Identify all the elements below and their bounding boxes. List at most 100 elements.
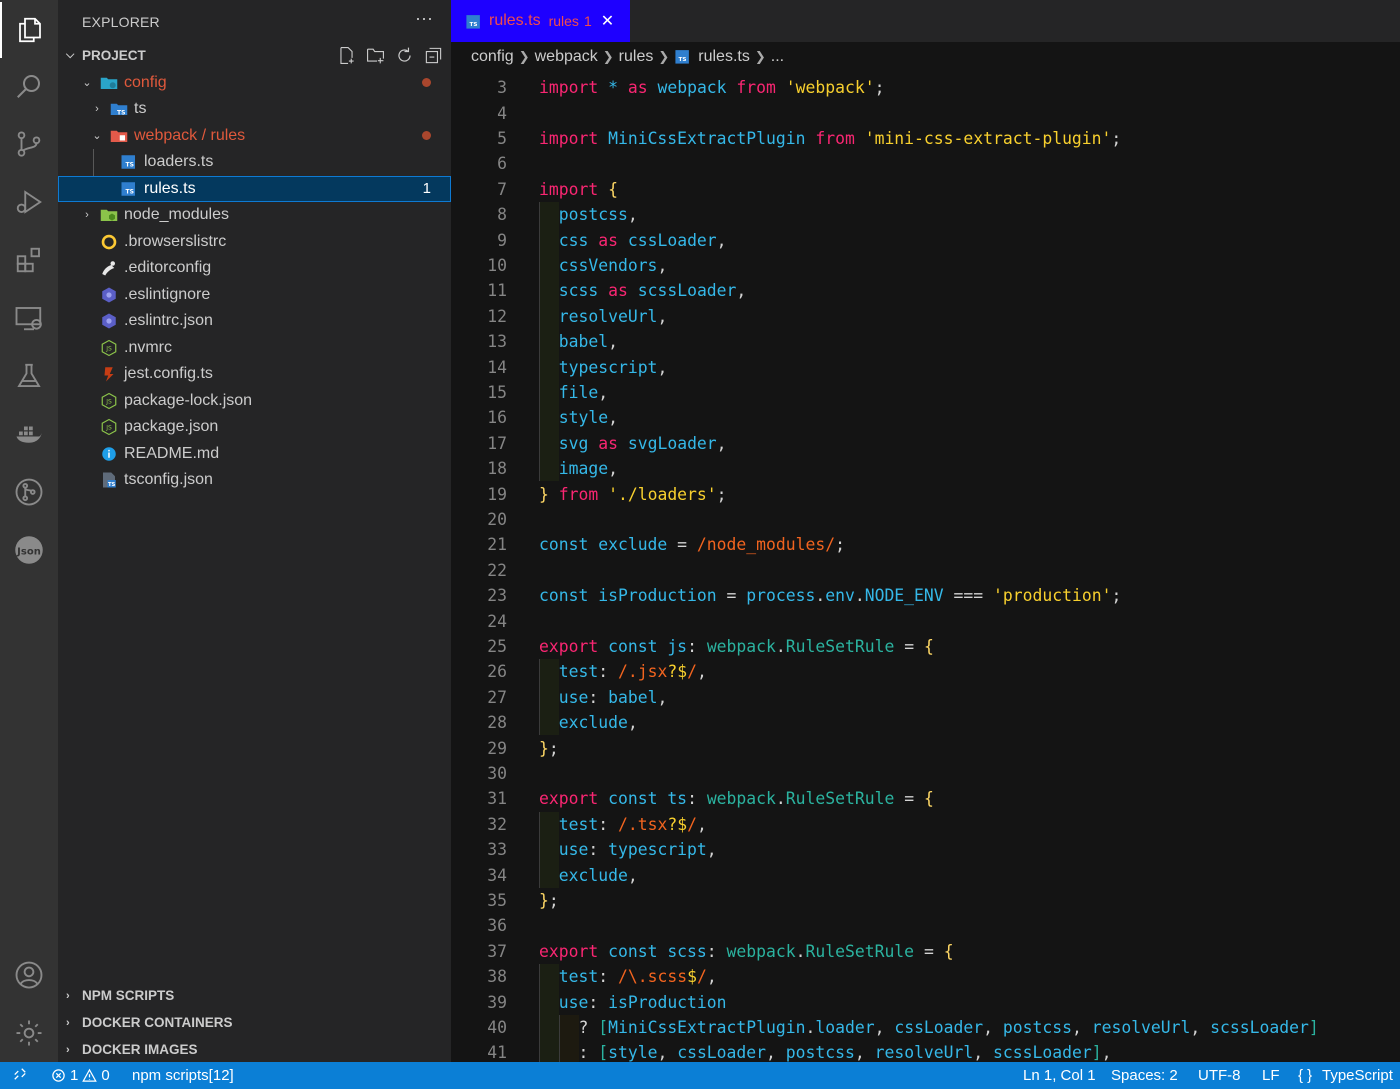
- remote-indicator-icon[interactable]: [13, 1067, 27, 1085]
- breadcrumb-item-webpack[interactable]: webpack: [535, 48, 598, 66]
- tab-description: rules: [548, 13, 579, 29]
- code-line: 27 use: babel,: [451, 684, 1400, 710]
- typescript-file-icon: TS: [675, 50, 690, 64]
- nodejs-icon: JS: [100, 339, 118, 357]
- code-line: 10 cssVendors,: [451, 252, 1400, 279]
- chevron-down-icon: ⌄: [82, 77, 92, 90]
- close-icon[interactable]: ✕: [601, 11, 614, 31]
- tree-item-browserslistrc[interactable]: .browserslistrc: [58, 229, 451, 256]
- json-icon[interactable]: Json: [0, 522, 58, 578]
- code-line: 38 test: /\.scss$/,: [451, 964, 1400, 990]
- breadcrumb: config ❯ webpack ❯ rules ❯ TS rules.ts ❯…: [451, 42, 1400, 71]
- collapse-all-icon[interactable]: [424, 46, 443, 65]
- code-line: 35};: [487, 890, 559, 910]
- account-icon[interactable]: [0, 947, 58, 1003]
- code-line: 16 style,: [451, 405, 1400, 431]
- tree-item-ts[interactable]: › TS ts: [58, 96, 451, 123]
- folder-ts-icon: TS: [110, 100, 128, 118]
- folder-rules-icon: [110, 127, 128, 145]
- tree-item-eslintrc-json[interactable]: .eslintrc.json: [58, 308, 451, 335]
- tree-item-eslintignore[interactable]: .eslintignore: [58, 282, 451, 309]
- chevron-right-icon: ›: [85, 209, 89, 222]
- encoding-status[interactable]: UTF-8: [1198, 1067, 1241, 1084]
- folder-node-icon: [100, 206, 118, 224]
- tab-rules-ts[interactable]: TS rules.ts rules 1 ✕: [451, 0, 630, 42]
- code-line: 33 use: typescript,: [451, 837, 1400, 863]
- refresh-icon[interactable]: [395, 46, 414, 65]
- settings-gear-icon[interactable]: [0, 1005, 58, 1061]
- editor-tab-bar: TS rules.ts rules 1 ✕: [451, 0, 1400, 42]
- run-debug-icon[interactable]: [0, 174, 58, 230]
- search-icon[interactable]: [0, 58, 58, 114]
- code-line: 21 const exclude = /node_modules/;: [487, 535, 845, 555]
- testing-icon[interactable]: [0, 348, 58, 404]
- tree-item-readme-md[interactable]: README.md: [58, 441, 451, 468]
- tree-item-config[interactable]: ⌄ config: [58, 70, 451, 97]
- code-editor[interactable]: 3 import * as webpack from 'webpack'; 4 5…: [451, 73, 1400, 1062]
- chevron-right-icon: ❯: [658, 48, 670, 64]
- chevron-right-icon: ❯: [754, 48, 766, 64]
- tree-item-webpack-rules[interactable]: ⌄ webpack / rules: [58, 123, 451, 150]
- cursor-position[interactable]: Ln 1, Col 1: [1023, 1067, 1096, 1084]
- tree-item-tsconfig-json[interactable]: TS tsconfig.json: [58, 467, 451, 494]
- npm-scripts-section-header[interactable]: › NPM SCRIPTS: [58, 982, 451, 1009]
- docker-icon[interactable]: [0, 406, 58, 462]
- tree-item-package-json[interactable]: JS package.json: [58, 414, 451, 441]
- jest-icon: [100, 365, 118, 383]
- breadcrumb-item-file[interactable]: rules.ts: [698, 48, 750, 66]
- indentation-status[interactable]: Spaces: 2: [1111, 1067, 1178, 1084]
- eol-status[interactable]: LF: [1262, 1067, 1280, 1084]
- docker-images-section-header[interactable]: › DOCKER IMAGES: [58, 1036, 451, 1063]
- tree-item-loaders-ts[interactable]: TS loaders.ts: [58, 149, 451, 176]
- activity-bar: Json: [0, 0, 58, 1062]
- tree-item-jest-config-ts[interactable]: jest.config.ts: [58, 361, 451, 388]
- breadcrumb-item-symbol[interactable]: ...: [771, 48, 784, 66]
- breadcrumb-item-config[interactable]: config: [471, 48, 514, 66]
- project-section-header[interactable]: ⌵ PROJECT: [58, 42, 451, 69]
- code-line: 4: [497, 103, 507, 123]
- code-line: 5 import MiniCssExtractPlugin from 'mini-…: [497, 128, 1122, 148]
- chevron-right-icon: ›: [66, 1043, 70, 1056]
- new-folder-icon[interactable]: [366, 46, 385, 65]
- chevron-down-icon: ⌄: [92, 130, 102, 143]
- code-line: 3 import * as webpack from 'webpack';: [497, 78, 885, 98]
- tree-item-package-lock-json[interactable]: JS package-lock.json: [58, 388, 451, 415]
- code-line: 37 export const scss: webpack.RuleSetRule…: [487, 941, 954, 961]
- typescript-file-icon: TS: [466, 14, 480, 29]
- code-line: 32 test: /.tsx?$/,: [451, 811, 1400, 837]
- svg-text:TS: TS: [470, 21, 478, 27]
- language-mode[interactable]: TypeScript: [1322, 1067, 1393, 1084]
- svg-text:JS: JS: [105, 398, 112, 405]
- tree-item-editorconfig[interactable]: .editorconfig: [58, 255, 451, 282]
- typescript-file-icon: TS: [120, 180, 138, 198]
- code-line: 28 exclude,: [451, 710, 1400, 736]
- extensions-icon[interactable]: [0, 232, 58, 288]
- code-line: 15 file,: [451, 379, 1400, 406]
- code-line: 13 babel,: [451, 329, 1400, 355]
- new-file-icon[interactable]: [337, 46, 356, 65]
- tree-item-node-modules[interactable]: › node_modules: [58, 202, 451, 229]
- more-actions-button[interactable]: ···: [415, 8, 433, 29]
- nodejs-icon: JS: [100, 418, 118, 436]
- eslint-icon: [100, 286, 118, 304]
- git-graph-icon[interactable]: [0, 464, 58, 520]
- explorer-icon[interactable]: [0, 2, 58, 58]
- remote-explorer-icon[interactable]: [0, 290, 58, 346]
- problems-indicator[interactable]: 1 0: [51, 1067, 110, 1084]
- npm-scripts-status[interactable]: npm scripts[12]: [132, 1067, 234, 1084]
- editorconfig-icon: [100, 259, 118, 277]
- code-line: 26 test: /.jsx?$/,: [451, 659, 1400, 685]
- code-line: 40 ? [MiniCssExtractPlugin.loader, cssLo…: [451, 1014, 1400, 1041]
- svg-text:TS: TS: [108, 482, 116, 488]
- breadcrumb-item-rules[interactable]: rules: [619, 48, 654, 66]
- docker-containers-section-header[interactable]: › DOCKER CONTAINERS: [58, 1009, 451, 1036]
- code-line: 29};: [487, 738, 559, 758]
- modified-dot: [422, 78, 431, 88]
- code-line: 18 image,: [451, 456, 1400, 482]
- tree-item-rules-ts[interactable]: TS rules.ts 1: [58, 175, 451, 203]
- code-line: 30: [487, 763, 507, 783]
- source-control-icon[interactable]: [0, 116, 58, 172]
- chevron-down-icon: ⌵: [66, 49, 75, 61]
- code-line: 22: [487, 560, 507, 580]
- tree-item-nvmrc[interactable]: JS .nvmrc: [58, 335, 451, 362]
